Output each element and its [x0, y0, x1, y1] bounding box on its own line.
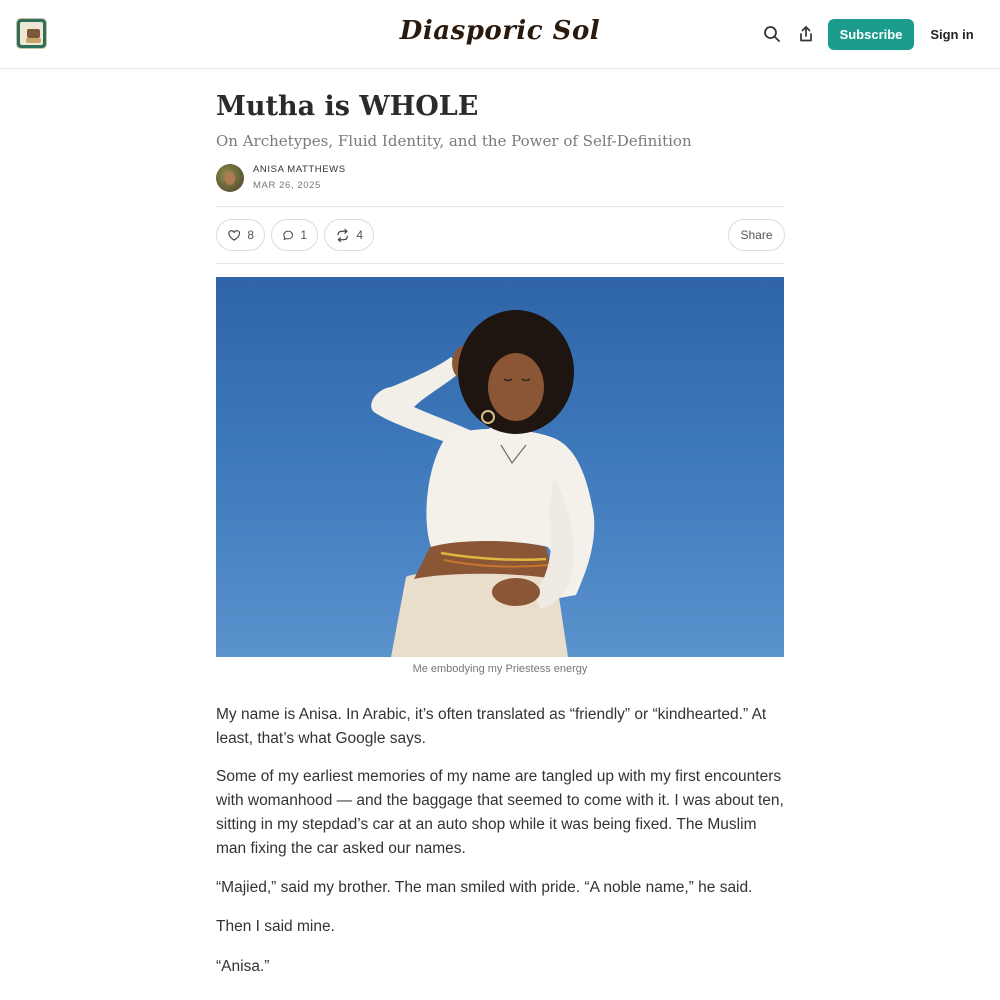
restack-button[interactable]: 4: [324, 219, 374, 251]
logo-mark-bottom: [26, 38, 41, 43]
author-name[interactable]: ANISA MATTHEWS: [253, 164, 346, 175]
comment-bubble-icon: [283, 230, 293, 240]
comment-count: 1: [300, 228, 307, 242]
post-date: MAR 26, 2025: [253, 180, 321, 191]
article-subtitle: On Archetypes, Fluid Identity, and the P…: [216, 132, 692, 150]
face: [488, 353, 544, 421]
author-avatar[interactable]: [216, 164, 244, 192]
sign-in-button[interactable]: Sign in: [924, 19, 980, 50]
like-count: 8: [247, 228, 254, 242]
heart-icon: [228, 229, 241, 241]
publication-logo[interactable]: [16, 18, 47, 49]
logo-mark-top: [27, 29, 40, 38]
article-title: Mutha is WHOLE: [216, 91, 479, 122]
article-paragraph: Then I said mine.: [216, 918, 335, 935]
article-paragraph: “Anisa.”: [216, 958, 270, 975]
divider: [216, 206, 784, 207]
divider: [216, 263, 784, 264]
hand-on-belly: [492, 578, 540, 606]
image-caption: Me embodying my Priestess energy: [412, 663, 588, 675]
like-button[interactable]: 8: [216, 219, 265, 251]
avatar-face: [225, 172, 235, 185]
share-icon[interactable]: [796, 24, 816, 44]
search-icon[interactable]: [762, 24, 782, 44]
publication-name[interactable]: Diasporic Sol: [350, 16, 650, 46]
comment-button[interactable]: 1: [271, 219, 318, 251]
subscribe-button[interactable]: Subscribe: [828, 19, 914, 50]
article-paragraph: Some of my earliest memories of my name …: [216, 768, 784, 857]
top-navigation-bar: Diasporic Sol Subscribe Sign in: [0, 0, 1000, 69]
article-paragraph: My name is Anisa. In Arabic, it’s often …: [216, 706, 767, 747]
article-paragraph: “Majied,” said my brother. The man smile…: [216, 879, 753, 896]
share-button[interactable]: Share: [728, 219, 785, 251]
article-hero-image[interactable]: [216, 277, 784, 657]
logo-frame: [20, 22, 43, 45]
hero-illustration: [371, 310, 595, 657]
restack-count: 4: [356, 228, 363, 242]
restack-icon: [337, 228, 348, 242]
